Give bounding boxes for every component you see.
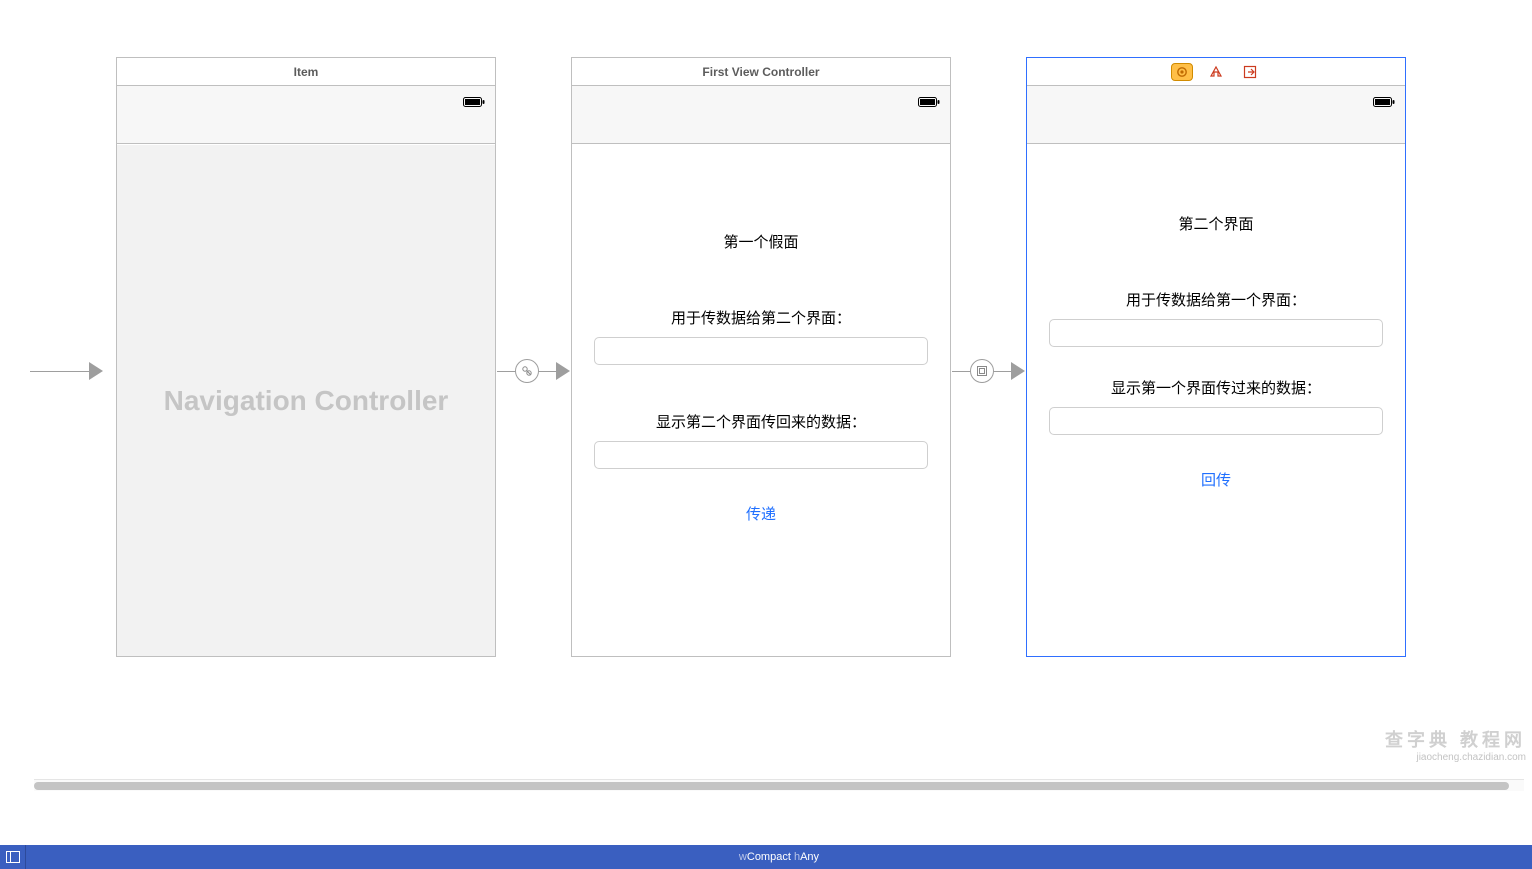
navigation-bar[interactable] (1027, 86, 1405, 144)
initial-vc-arrow (30, 362, 103, 380)
arrow-head-icon (556, 362, 570, 380)
nav-controller-placeholder-text: Navigation Controller (164, 385, 449, 417)
return-button[interactable]: 回传 (1027, 469, 1405, 490)
size-class-label[interactable]: wCompact hAny (26, 851, 1532, 863)
scene-body[interactable]: 第二个界面 用于传数据给第一个界面： 显示第一个界面传过来的数据： 回传 (1027, 145, 1405, 656)
scene-second-view-controller[interactable]: 第二个界面 用于传数据给第一个界面： 显示第一个界面传过来的数据： 回传 (1026, 57, 1406, 657)
pass-data-label: 用于传数据给第二个界面： (572, 307, 950, 328)
navigation-bar[interactable] (117, 86, 495, 144)
nav-controller-placeholder: Navigation Controller (117, 145, 495, 656)
storyboard-canvas[interactable]: Item Navigation Controller First View Co… (0, 0, 1532, 791)
arrow-head-icon (89, 362, 103, 380)
arrow-line (30, 371, 90, 372)
scene-title[interactable]: First View Controller (572, 58, 950, 86)
scene-body[interactable]: 第一个假面 用于传数据给第二个界面： 显示第二个界面传回来的数据： 传递 (572, 145, 950, 656)
first-responder-icon[interactable] (1205, 63, 1227, 81)
w-value: Compact (747, 851, 791, 863)
pass-data-label: 用于传数据给第一个界面： (1027, 289, 1405, 310)
scene-title-bar[interactable] (1027, 58, 1405, 86)
battery-icon (918, 94, 940, 112)
segue-badge-root[interactable] (515, 359, 539, 383)
size-class-bar[interactable]: wCompact hAny (0, 845, 1532, 869)
show-data-label: 显示第一个界面传过来的数据： (1027, 377, 1405, 398)
navigation-bar[interactable] (572, 86, 950, 144)
show-data-textfield[interactable] (594, 441, 928, 469)
show-data-label: 显示第二个界面传回来的数据： (572, 411, 950, 432)
pass-data-textfield[interactable] (594, 337, 928, 365)
horizontal-scrollbar[interactable] (34, 779, 1524, 791)
scene-navigation-controller[interactable]: Item Navigation Controller (116, 57, 496, 657)
h-value: Any (800, 851, 819, 863)
arrow-head-icon (1011, 362, 1025, 380)
scene-title[interactable]: Item (117, 58, 495, 86)
battery-icon (463, 94, 485, 112)
scrollbar-thumb[interactable] (34, 782, 1509, 790)
send-button[interactable]: 传递 (572, 503, 950, 524)
watermark-line1: 查字典 教程网 (1385, 726, 1526, 752)
relationship-icon (521, 365, 533, 377)
heading-label: 第一个假面 (572, 231, 950, 252)
heading-label: 第二个界面 (1027, 213, 1405, 234)
view-controller-icon[interactable] (1171, 63, 1193, 81)
watermark: 查字典 教程网 jiaocheng.chazidian.com (1385, 726, 1526, 763)
exit-icon[interactable] (1239, 63, 1261, 81)
pass-data-textfield[interactable] (1049, 319, 1383, 347)
show-data-textfield[interactable] (1049, 407, 1383, 435)
battery-icon (1373, 94, 1395, 112)
scene-first-view-controller[interactable]: First View Controller 第一个假面 用于传数据给第二个界面：… (571, 57, 951, 657)
toggle-outline-button[interactable] (0, 845, 26, 869)
show-segue-icon (976, 365, 988, 377)
watermark-line2: jiaocheng.chazidian.com (1385, 752, 1526, 763)
segue-badge-show[interactable] (970, 359, 994, 383)
w-prefix: w (739, 851, 747, 863)
